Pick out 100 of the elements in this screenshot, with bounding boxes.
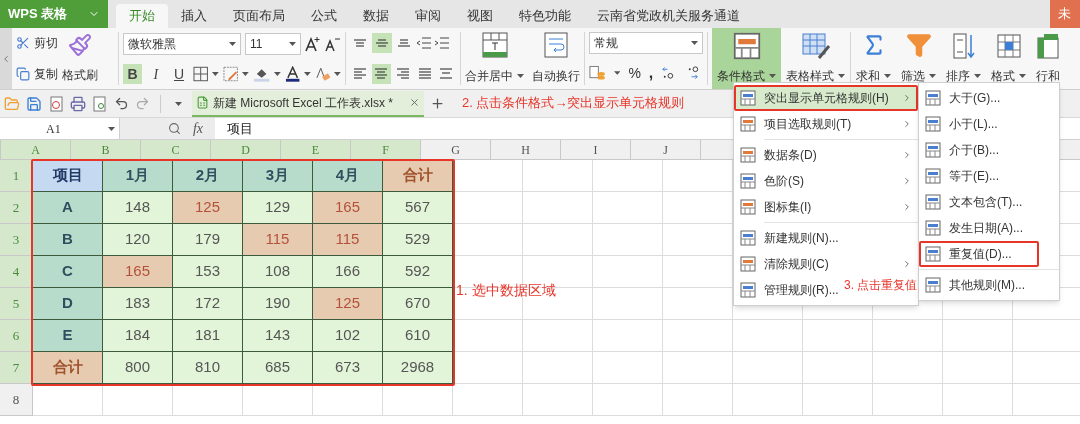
function-button[interactable]: fx bbox=[192, 118, 203, 139]
percent-button[interactable]: % bbox=[628, 62, 641, 84]
ribbon-tab[interactable]: 数据 bbox=[350, 4, 402, 28]
table-icon bbox=[925, 194, 941, 210]
new-tab-icon[interactable] bbox=[430, 96, 446, 111]
table-icon bbox=[925, 277, 941, 293]
caret-icon bbox=[289, 41, 296, 46]
table-cell bbox=[593, 320, 663, 352]
menu-item[interactable]: 发生日期(A)... bbox=[919, 215, 1033, 241]
table-cell: 1月 bbox=[103, 160, 173, 192]
copy-button[interactable]: 复制 bbox=[16, 64, 58, 83]
row-header[interactable]: 8 bbox=[0, 384, 33, 416]
menu-item[interactable]: 重复值(D)... bbox=[919, 241, 1039, 267]
table-icon bbox=[732, 31, 761, 60]
table-cell bbox=[453, 320, 523, 352]
table-cell bbox=[383, 384, 453, 416]
align-icon bbox=[417, 68, 432, 80]
spreadsheet-icon bbox=[196, 96, 209, 109]
menu-item[interactable]: 清除规则(C) bbox=[734, 251, 918, 277]
menu-item[interactable]: 图标集(I) bbox=[734, 194, 918, 220]
number-format-field[interactable]: 常规 bbox=[589, 31, 703, 54]
document-tab[interactable]: 新建 Microsoft Excel 工作表.xlsx * bbox=[192, 90, 425, 117]
font-style-button[interactable]: B bbox=[123, 64, 143, 85]
wrap-text-button[interactable]: 自动换行 bbox=[528, 28, 584, 89]
menu-item[interactable]: 等于(E)... bbox=[919, 163, 1009, 189]
undo-icon[interactable] bbox=[114, 96, 129, 111]
table-cell bbox=[243, 384, 313, 416]
export-icon[interactable] bbox=[48, 95, 64, 112]
table-cell bbox=[593, 224, 663, 256]
column-header[interactable]: J bbox=[631, 140, 701, 159]
annotation-text: 2. 点击条件格式→突出显示单元格规则 bbox=[462, 94, 685, 112]
table-cell: 810 bbox=[173, 352, 243, 384]
caret-icon bbox=[108, 126, 115, 131]
format-painter-button[interactable]: 格式刷 bbox=[62, 28, 98, 89]
borders-icon bbox=[192, 66, 208, 83]
font-name-field[interactable]: 微软雅黑 bbox=[123, 32, 241, 55]
column-header[interactable]: G bbox=[421, 140, 491, 159]
caret-icon bbox=[691, 40, 698, 45]
cut-button[interactable]: 剪切 bbox=[16, 34, 58, 53]
table-cell bbox=[523, 224, 593, 256]
funnel-icon bbox=[905, 32, 932, 59]
font-style-button[interactable]: U bbox=[169, 64, 189, 85]
menu-item[interactable]: 管理规则(R)... bbox=[734, 277, 841, 303]
caret-icon bbox=[304, 72, 311, 77]
caret-icon bbox=[613, 71, 621, 76]
shrink-font-icon bbox=[325, 35, 341, 52]
close-icon[interactable] bbox=[409, 97, 421, 108]
ribbon-tab[interactable]: 开始 bbox=[116, 4, 168, 28]
folder-icon[interactable] bbox=[4, 95, 20, 112]
table-cell: 166 bbox=[313, 256, 383, 288]
zoom-icon[interactable] bbox=[167, 122, 181, 135]
table-cell bbox=[943, 384, 1013, 416]
ribbon-tab[interactable]: 审阅 bbox=[402, 4, 454, 28]
table-cell: 529 bbox=[383, 224, 453, 256]
annotation-text: 1. 选中数据区域 bbox=[456, 281, 556, 300]
menu-item[interactable]: 色阶(S) bbox=[734, 168, 918, 194]
menu-item[interactable]: 突出显示单元格规则(H) bbox=[734, 85, 918, 111]
table-cell bbox=[523, 384, 593, 416]
print-preview-icon[interactable] bbox=[92, 95, 108, 112]
ribbon-tool-button[interactable]: 条件格式 bbox=[712, 28, 781, 89]
redo-icon[interactable] bbox=[135, 96, 150, 111]
table-cell: B bbox=[33, 224, 103, 256]
ribbon-tab[interactable]: 视图 bbox=[454, 4, 506, 28]
ribbon-tab[interactable]: 公式 bbox=[298, 4, 350, 28]
merge-center-button[interactable]: 合并居中 bbox=[461, 28, 528, 89]
column-header[interactable]: I bbox=[561, 140, 631, 159]
menu-item[interactable]: 数据条(D) bbox=[734, 142, 918, 168]
table-cell: 165 bbox=[103, 256, 173, 288]
comma-button[interactable]: , bbox=[648, 61, 654, 86]
table-icon bbox=[740, 230, 756, 246]
printer-icon[interactable] bbox=[70, 95, 86, 112]
ribbon-tab[interactable]: 特色功能 bbox=[506, 4, 584, 28]
align-button[interactable] bbox=[372, 33, 392, 54]
table-cell bbox=[663, 352, 733, 384]
table-cell bbox=[523, 160, 593, 192]
column-header[interactable]: H bbox=[491, 140, 561, 159]
align-button[interactable] bbox=[371, 63, 392, 84]
table-cell: 153 bbox=[173, 256, 243, 288]
table-cell bbox=[523, 352, 593, 384]
table-cell bbox=[733, 352, 803, 384]
menu-item[interactable]: 文本包含(T)... bbox=[919, 189, 1033, 215]
align-icon bbox=[374, 68, 389, 80]
ribbon-tab[interactable]: 云南省党政机关服务通道 bbox=[584, 4, 753, 28]
font-style-button[interactable]: I bbox=[146, 64, 166, 85]
rows-columns-icon bbox=[1036, 31, 1060, 60]
menu-item[interactable]: 新建规则(N)... bbox=[734, 225, 841, 251]
table-cell bbox=[943, 352, 1013, 384]
table-cell: 610 bbox=[383, 320, 453, 352]
menu-item[interactable]: 介于(B)... bbox=[919, 137, 1009, 163]
table-cell bbox=[733, 384, 803, 416]
wrap-text-icon bbox=[544, 32, 568, 59]
menu-item[interactable]: 其他规则(M)... bbox=[919, 272, 1035, 298]
table-cell bbox=[33, 384, 103, 416]
ribbon-tab[interactable]: 页面布局 bbox=[220, 4, 298, 28]
ribbon-tab[interactable]: 插入 bbox=[168, 4, 220, 28]
font-size-field[interactable]: 11 bbox=[245, 32, 301, 55]
table-cell bbox=[733, 320, 803, 352]
caret-icon bbox=[1019, 74, 1026, 79]
save-icon[interactable] bbox=[26, 95, 42, 112]
caret-icon bbox=[974, 74, 981, 79]
